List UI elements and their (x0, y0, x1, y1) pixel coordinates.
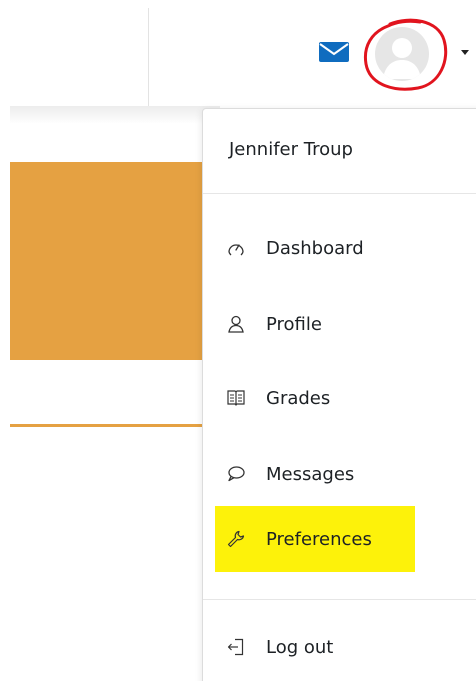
profile-icon (225, 313, 247, 335)
grades-icon (225, 387, 247, 409)
page: Jennifer Troup Dashboard Profile Grades … (0, 0, 476, 681)
content-shadow (10, 106, 220, 124)
menu-item-grades[interactable]: Grades (215, 374, 475, 422)
wrench-icon (225, 528, 247, 550)
avatar-silhouette-icon (383, 38, 421, 79)
menu-item-label: Grades (266, 387, 331, 409)
dashboard-icon (225, 237, 247, 259)
messages-icon (225, 463, 247, 485)
user-avatar[interactable] (375, 27, 429, 81)
menu-item-messages[interactable]: Messages (215, 450, 475, 498)
menu-item-preferences[interactable]: Preferences (215, 506, 415, 572)
menu-item-dashboard[interactable]: Dashboard (215, 224, 475, 272)
envelope-icon[interactable] (318, 40, 350, 64)
banner-underline (10, 424, 220, 427)
menu-item-label: Log out (266, 636, 334, 658)
caret-down-icon[interactable] (461, 50, 469, 55)
navbar-divider (148, 8, 149, 106)
menu-item-label: Profile (266, 313, 322, 335)
menu-item-label: Dashboard (266, 237, 364, 259)
logout-icon (225, 636, 247, 658)
menu-item-label: Messages (266, 463, 355, 485)
user-menu-dropdown: Jennifer Troup Dashboard Profile Grades … (202, 108, 476, 681)
menu-divider (203, 193, 476, 194)
course-banner (10, 162, 220, 360)
menu-item-profile[interactable]: Profile (215, 300, 475, 348)
user-fullname: Jennifer Troup (229, 139, 353, 160)
menu-divider (203, 599, 476, 600)
menu-item-label: Preferences (266, 528, 372, 550)
menu-item-logout[interactable]: Log out (215, 623, 475, 671)
